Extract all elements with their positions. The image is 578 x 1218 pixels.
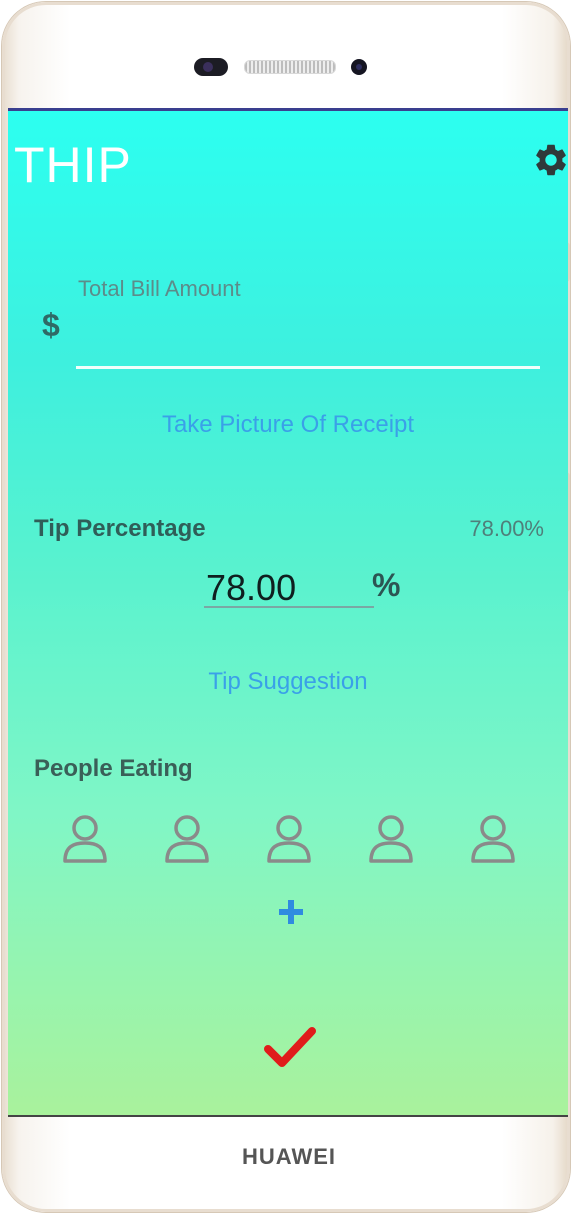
tip-percentage-display: 78.00%	[469, 516, 544, 541]
person-icon[interactable]	[366, 813, 416, 865]
plus-icon[interactable]	[274, 895, 308, 929]
person-icon[interactable]	[60, 813, 110, 865]
percent-symbol: %	[372, 567, 401, 603]
app-screen: THIP Total Bill Amount $ Take Picture Of…	[8, 108, 568, 1117]
tip-input-underline	[204, 606, 374, 608]
tip-percentage-input[interactable]	[204, 566, 378, 610]
people-eating-label: People Eating	[34, 755, 193, 782]
bill-amount-label: Total Bill Amount	[78, 276, 241, 301]
person-icon[interactable]	[468, 813, 518, 865]
person-icon[interactable]	[264, 813, 314, 865]
bill-amount-input[interactable]	[76, 316, 544, 360]
device-brand-logo: HUAWEI	[242, 1144, 336, 1169]
earpiece-speaker	[244, 60, 336, 74]
tip-percentage-label: Tip Percentage	[34, 515, 206, 542]
currency-symbol: $	[42, 307, 60, 343]
front-camera	[194, 58, 228, 76]
proximity-sensor	[351, 59, 367, 75]
checkmark-icon[interactable]	[264, 1023, 316, 1071]
person-icon[interactable]	[162, 813, 212, 865]
bill-input-underline	[76, 366, 540, 369]
tip-suggestion-button[interactable]: Tip Suggestion	[8, 668, 568, 696]
gear-icon[interactable]	[532, 141, 568, 179]
app-title: THIP	[14, 137, 132, 193]
take-picture-button[interactable]: Take Picture Of Receipt	[8, 411, 568, 439]
